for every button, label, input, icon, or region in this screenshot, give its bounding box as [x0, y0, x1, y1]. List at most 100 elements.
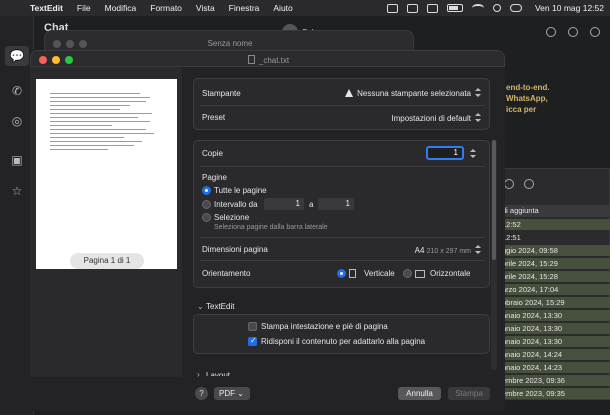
page-preview[interactable]: Pagina 1 di 1: [36, 79, 177, 269]
list-window-toolbar: [504, 179, 534, 189]
preset-value: Impostazioni di default: [391, 114, 471, 123]
copies-label: Copie: [202, 149, 223, 158]
phone-icon[interactable]: [568, 27, 578, 37]
status-icon[interactable]: ◎: [9, 114, 25, 128]
menu-format[interactable]: Formato: [150, 3, 182, 13]
paper-dims: 210 x 297 mm: [426, 248, 471, 255]
pdf-button[interactable]: PDF ⌄: [214, 387, 250, 400]
window-title: _chat.txt: [31, 55, 504, 65]
list-item[interactable]: nnaio 2024, 13:30: [498, 310, 610, 321]
list-item[interactable]: prile 2024, 15:28: [498, 271, 610, 282]
menu-help[interactable]: Aiuto: [273, 3, 292, 13]
range-radio[interactable]: [202, 200, 211, 209]
range-to-label: a: [309, 200, 314, 209]
control-center-icon[interactable]: [509, 4, 522, 12]
list-item[interactable]: ggio 2024, 09:58: [498, 245, 610, 256]
copies-input[interactable]: 1: [426, 146, 464, 160]
battery-icon[interactable]: [446, 4, 463, 12]
copies-stepper[interactable]: [470, 149, 476, 158]
range-from-input[interactable]: 1: [264, 198, 304, 210]
list-item[interactable]: 12:52: [498, 219, 610, 230]
menu-app[interactable]: TextEdit: [30, 3, 63, 13]
spotlight-icon[interactable]: [492, 4, 501, 12]
cancel-button[interactable]: Annulla: [398, 387, 441, 400]
window-title: Senza nome: [207, 39, 253, 48]
print-button[interactable]: Stampa: [448, 387, 490, 400]
options-scrollbar[interactable]: [491, 140, 497, 370]
updown-icon: [475, 245, 481, 254]
list-item[interactable]: 12:51: [498, 232, 610, 243]
menu-file[interactable]: File: [77, 3, 91, 13]
clipboard-icon[interactable]: [426, 3, 438, 13]
paper-size-select[interactable]: A4 210 x 297 mm: [415, 245, 481, 255]
list-item[interactable]: embre 2023, 09:35: [498, 388, 610, 399]
chevron-right-icon[interactable]: ›: [197, 370, 200, 379]
calls-icon[interactable]: ✆: [9, 84, 25, 98]
chevron-down-icon[interactable]: ⌄: [197, 302, 204, 311]
all-pages-label: Tutte le pagine: [214, 186, 267, 195]
warning-icon: [345, 89, 354, 97]
list-item[interactable]: arzo 2024, 17:04: [498, 284, 610, 295]
range-to-input[interactable]: 1: [318, 198, 354, 210]
selection-hint: Seleziona pagine dalla barra laterale: [214, 224, 328, 231]
wifi-icon[interactable]: [471, 4, 484, 12]
media-list-window: di aggiunta 12:52 12:51 ggio 2024, 09:58…: [497, 168, 610, 400]
app-sidebar: 💬 ✆ ◎ ▣ ☆: [0, 16, 34, 415]
pages-label: Pagine: [202, 173, 227, 182]
list-item[interactable]: prile 2024, 15:29: [498, 258, 610, 269]
paper-size-value: A4: [414, 246, 425, 255]
menu-view[interactable]: Vista: [196, 3, 215, 13]
print-options-panel: Copie 1 Pagine Tutte le pagine Intervall…: [193, 140, 490, 288]
all-pages-radio[interactable]: [202, 186, 211, 195]
list-item[interactable]: bbraio 2024, 15:29: [498, 297, 610, 308]
list-header: di aggiunta: [498, 205, 610, 217]
preset-select[interactable]: Impostazioni di default: [391, 113, 481, 123]
starred-icon[interactable]: ☆: [9, 184, 25, 198]
document-icon: [247, 55, 255, 64]
updown-icon: [475, 113, 481, 122]
screen-share-icon[interactable]: [406, 3, 418, 13]
landscape-radio[interactable]: [403, 269, 412, 278]
portrait-label: Verticale: [364, 269, 395, 278]
portrait-icon: [349, 269, 356, 278]
orientation-label: Orientamento: [202, 269, 251, 278]
header-footer-label: Stampa intestazione e piè di pagina: [261, 322, 388, 331]
list-item[interactable]: nnaio 2024, 13:30: [498, 323, 610, 334]
list-item[interactable]: embre 2023, 09:36: [498, 375, 610, 386]
menu-clock[interactable]: Ven 10 mag 12:52: [535, 3, 604, 13]
menu-window[interactable]: Finestra: [229, 3, 260, 13]
landscape-label: Orizzontale: [430, 269, 471, 278]
menu-edit[interactable]: Modifica: [105, 3, 137, 13]
archive-icon[interactable]: ▣: [9, 153, 25, 167]
chevron-down-icon: ⌄: [237, 389, 244, 398]
chats-icon[interactable]: 💬: [5, 46, 29, 66]
video-call-icon[interactable]: [546, 27, 556, 37]
list-item[interactable]: nnaio 2024, 13:30: [498, 336, 610, 347]
updown-icon: [475, 88, 481, 97]
textedit-section-label[interactable]: TextEdit: [206, 302, 234, 311]
selection-label: Selezione: [214, 213, 250, 222]
header-footer-checkbox[interactable]: [248, 322, 257, 331]
printer-label: Stampante: [202, 89, 241, 98]
landscape-icon: [415, 270, 425, 278]
printer-value: Nessuna stampante selezionata: [357, 89, 471, 98]
rewrap-label: Ridisponi il contenuto per adattarlo all…: [261, 337, 426, 346]
search-icon[interactable]: [590, 27, 600, 37]
printer-panel: Stampante Nessuna stampante selezionata …: [193, 78, 490, 130]
list-item[interactable]: nnaio 2024, 14:23: [498, 362, 610, 373]
scrollbar-thumb[interactable]: [492, 140, 496, 260]
chat-header-icons: [546, 27, 600, 37]
preset-label: Preset: [202, 113, 226, 122]
document-name: _chat.txt: [258, 56, 290, 65]
filter-icon[interactable]: [504, 179, 514, 189]
display-icon[interactable]: [386, 3, 398, 13]
selection-radio[interactable]: [202, 213, 211, 222]
help-button[interactable]: ?: [195, 387, 208, 400]
list-item[interactable]: nnaio 2024, 14:24: [498, 349, 610, 360]
more-icon[interactable]: [524, 179, 534, 189]
layout-section-label[interactable]: Layout: [206, 371, 230, 376]
printer-select[interactable]: Nessuna stampante selezionata: [345, 88, 481, 98]
textedit-options-panel: Stampa intestazione e piè di pagina Ridi…: [193, 314, 490, 354]
rewrap-checkbox[interactable]: [248, 336, 257, 346]
portrait-radio[interactable]: [337, 269, 346, 278]
